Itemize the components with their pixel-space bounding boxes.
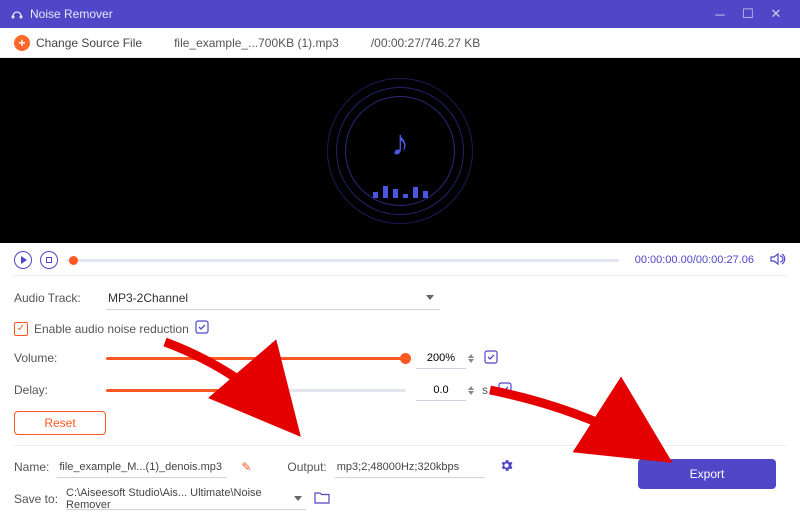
close-button[interactable]: ✕: [762, 6, 790, 22]
play-button[interactable]: [14, 251, 32, 269]
minimize-button[interactable]: ─: [706, 7, 734, 22]
delay-slider[interactable]: [106, 389, 406, 392]
save-to-select[interactable]: C:\Aiseesoft Studio\Ais... Ultimate\Nois…: [66, 488, 306, 510]
volume-label: Volume:: [14, 351, 106, 365]
delay-stepper[interactable]: [468, 386, 474, 395]
music-note-icon: ♪: [391, 122, 409, 164]
playback-time: 00:00:00.00/00:00:27.06: [635, 254, 754, 266]
delay-unit: s: [482, 383, 488, 397]
checkbox-icon: ✓: [14, 322, 28, 336]
delay-input[interactable]: [416, 379, 466, 401]
volume-stepper[interactable]: [468, 354, 474, 363]
plus-icon: +: [14, 35, 30, 51]
open-folder-icon[interactable]: [314, 491, 330, 507]
change-source-button[interactable]: + Change Source File: [14, 35, 142, 51]
noise-reduction-checkbox[interactable]: ✓ Enable audio noise reduction: [14, 322, 189, 336]
titlebar: Noise Remover ─ ☐ ✕: [0, 0, 800, 28]
seek-slider[interactable]: [66, 259, 619, 262]
source-filename: file_example_...700KB (1).mp3: [174, 36, 339, 50]
volume-slider[interactable]: [106, 357, 406, 360]
output-format-field[interactable]: [335, 456, 485, 478]
source-meta: /00:00:27/746.27 KB: [371, 36, 480, 50]
window-title: Noise Remover: [30, 7, 706, 21]
audio-track-row: Audio Track: MP3-2Channel: [14, 286, 786, 310]
playback-row: 00:00:00.00/00:00:27.06: [14, 251, 786, 269]
delay-label: Delay:: [14, 383, 106, 397]
export-button[interactable]: Export: [638, 459, 776, 489]
audio-track-select[interactable]: MP3-2Channel: [106, 286, 440, 310]
output-label: Output:: [287, 460, 326, 474]
audio-preview: ♪: [0, 58, 800, 243]
source-toolbar: + Change Source File file_example_...700…: [0, 28, 800, 58]
volume-compare-icon[interactable]: [484, 350, 498, 367]
stop-button[interactable]: [40, 251, 58, 269]
noise-reduction-row: ✓ Enable audio noise reduction: [14, 320, 786, 337]
audio-visualizer: ♪: [325, 76, 475, 226]
noise-settings-icon[interactable]: [195, 320, 209, 337]
delay-row: Delay: s: [14, 379, 786, 401]
volume-input[interactable]: [416, 347, 466, 369]
equalizer-icon: [373, 186, 428, 198]
save-to-label: Save to:: [14, 492, 58, 506]
audio-track-label: Audio Track:: [14, 291, 106, 305]
name-input[interactable]: [57, 456, 227, 478]
chevron-down-icon: [294, 496, 302, 501]
delay-compare-icon[interactable]: [498, 382, 512, 399]
reset-button[interactable]: Reset: [14, 411, 106, 435]
change-source-label: Change Source File: [36, 36, 142, 50]
maximize-button[interactable]: ☐: [734, 6, 762, 22]
edit-name-icon[interactable]: ✎: [241, 460, 251, 474]
output-settings-icon[interactable]: [499, 458, 514, 476]
chevron-down-icon: [426, 295, 434, 300]
name-label: Name:: [14, 460, 49, 474]
volume-row: Volume:: [14, 347, 786, 369]
app-logo-icon: [10, 7, 24, 21]
volume-icon[interactable]: [770, 252, 786, 269]
save-to-row: Save to: C:\Aiseesoft Studio\Ais... Ulti…: [14, 488, 786, 510]
